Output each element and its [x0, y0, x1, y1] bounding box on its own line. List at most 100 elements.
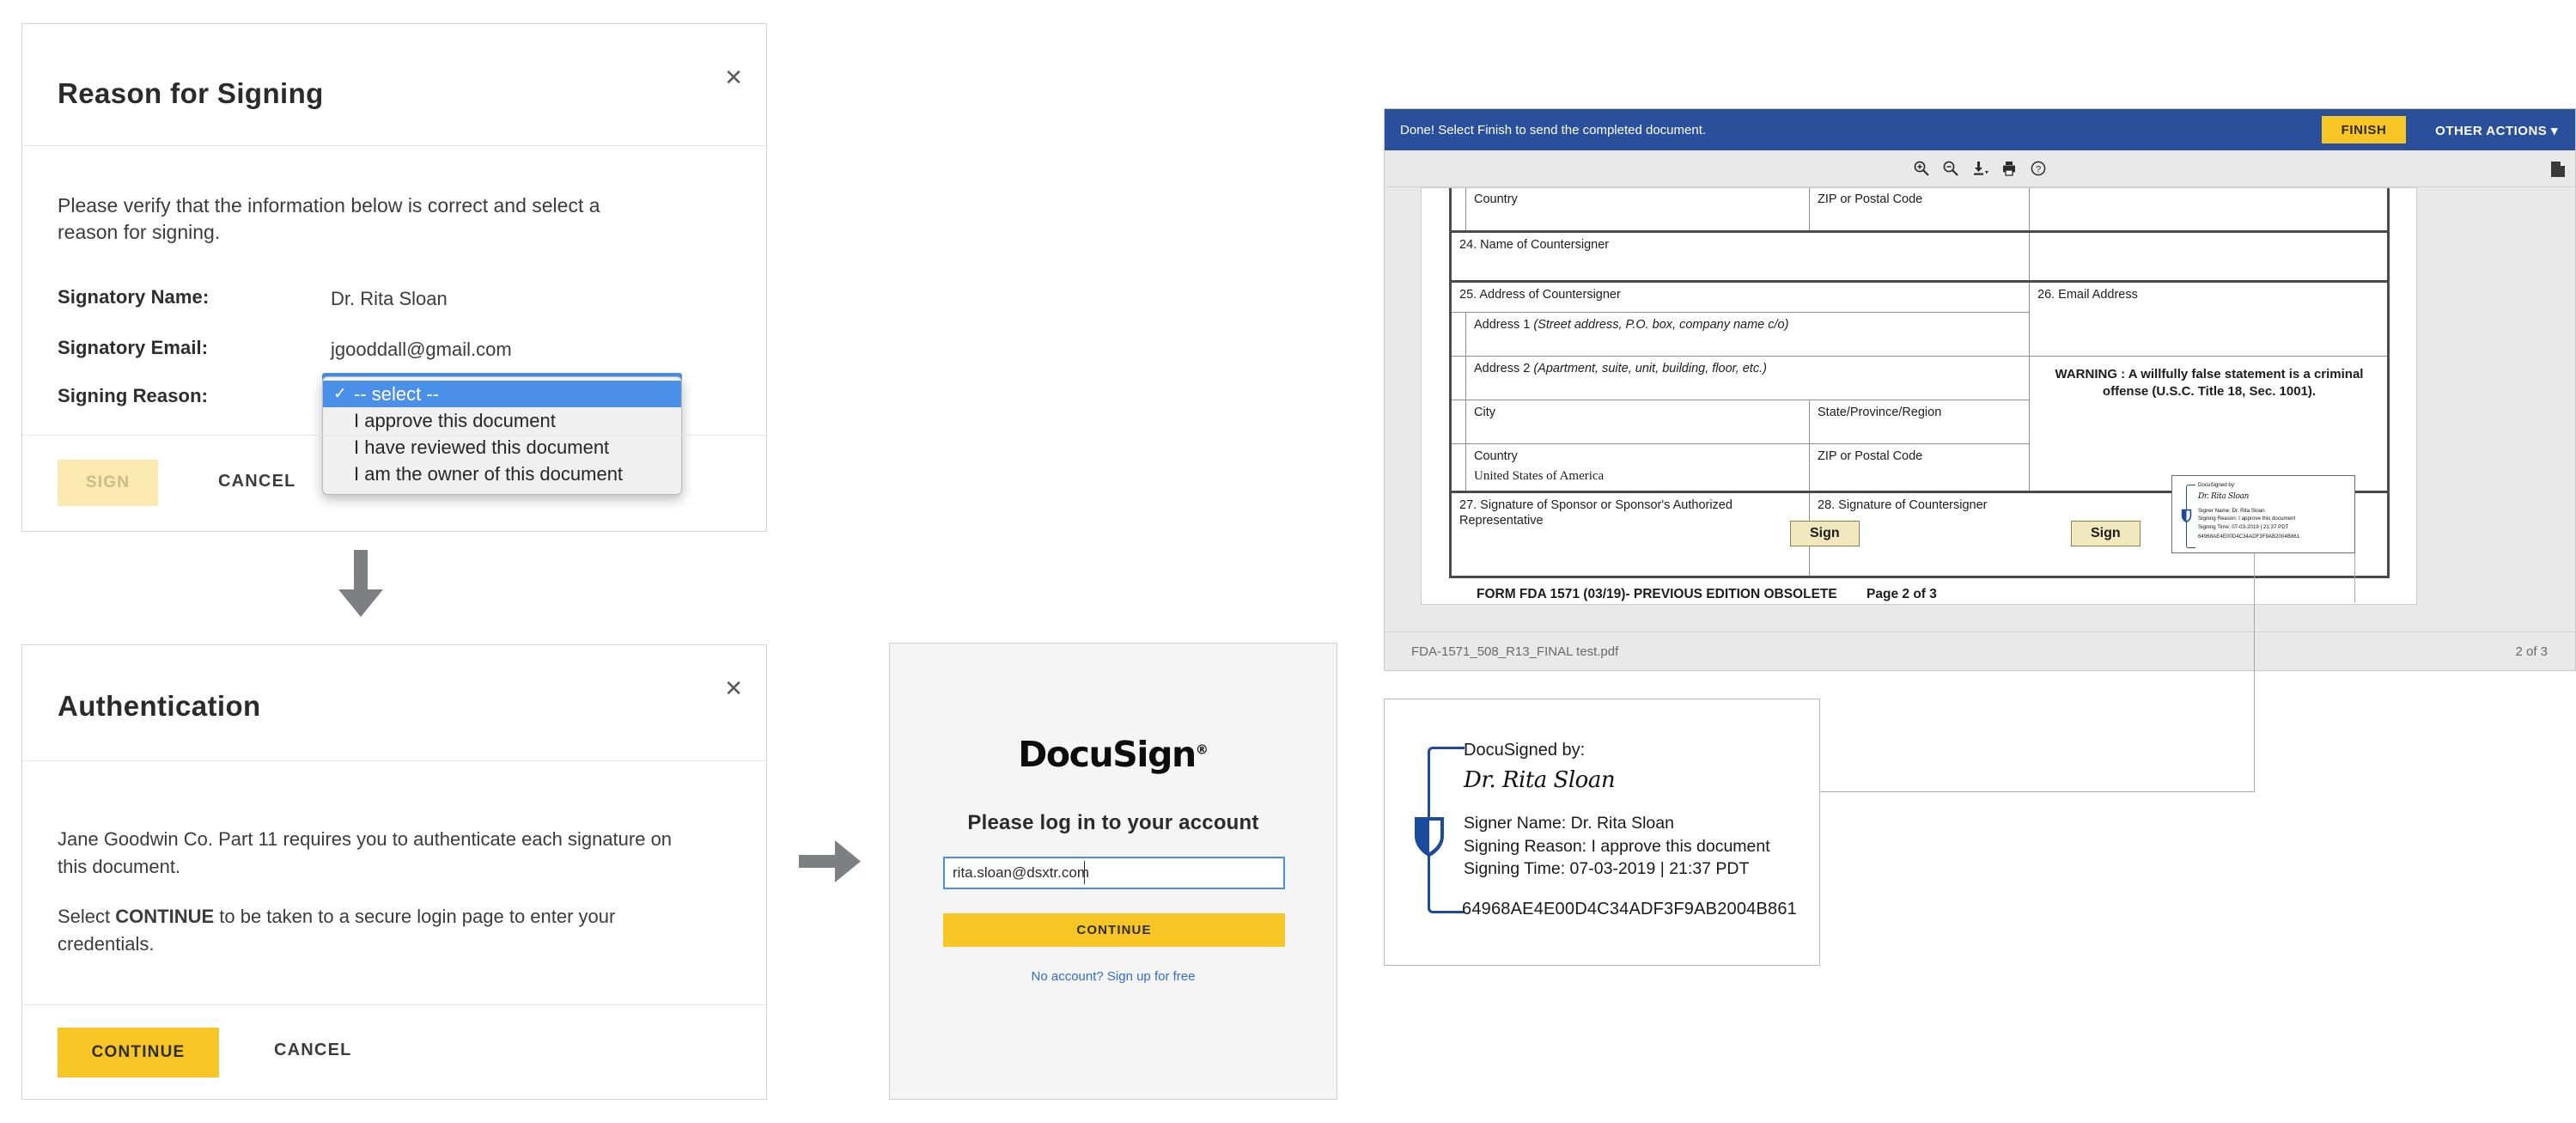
option-label: -- select -- — [354, 383, 439, 405]
close-icon[interactable]: ✕ — [724, 67, 743, 89]
zoom-in-icon[interactable] — [1911, 158, 1932, 179]
city-label: City — [1474, 406, 1495, 419]
option-approve[interactable]: I approve this document — [323, 407, 681, 434]
banner-message: Done! Select Finish to send the complete… — [1400, 123, 1707, 137]
country-cell-2: Country United States of America — [1465, 443, 1810, 492]
table-row: 24. Name of Countersigner — [1449, 230, 2390, 282]
sign-field-countersigner[interactable]: Sign — [2071, 521, 2141, 546]
callout-guid: 64968AE4E00D4C34ADF3F9AB2004B861 — [1462, 900, 1798, 919]
cancel-button[interactable]: CANCEL — [269, 1040, 357, 1061]
dialog-footer: SIGN CANCEL — [22, 435, 766, 531]
authentication-dialog: Authentication ✕ Jane Goodwin Co. Part 1… — [21, 644, 767, 1100]
stamp-guid: 64968AE4E00D4C34ADF3F9AB2004B861 — [2198, 534, 2300, 540]
stamp-docusigned-by: DocuSigned by: — [2198, 482, 2236, 488]
help-icon[interactable]: ? — [2028, 158, 2049, 179]
sign-button[interactable]: SIGN — [58, 460, 158, 506]
city-cell: City — [1465, 400, 1810, 444]
option-select-placeholder[interactable]: ✓ -- select -- — [323, 381, 681, 407]
item-27-body: 27. Signature of Sponsor or Sponsor's Au… — [1459, 497, 1860, 571]
cancel-button[interactable]: CANCEL — [213, 471, 301, 492]
page-thumbnail-icon[interactable] — [2549, 161, 2567, 178]
signatory-email-row: Signatory Email: jgooddall@gmail.com — [58, 337, 736, 363]
viewer-footer: FDA-1571_508_R13_FINAL test.pdf 2 of 3 — [1385, 632, 2575, 670]
docusign-logo-text: DocuSign — [1018, 734, 1197, 775]
gutter-cell — [1449, 312, 1466, 357]
address-2-label: Address 2 — [1474, 362, 1534, 375]
page-title: Reason for Signing — [58, 77, 324, 109]
zip-label: ZIP or Postal Code — [1818, 192, 1923, 206]
stamp-text: DocuSigned by: Dr. Rita Sloan Signer Nam… — [2198, 481, 2351, 542]
address-1-label: Address 1 — [1474, 318, 1534, 332]
text-caret — [1084, 861, 1085, 884]
arrow-right-icon — [799, 838, 863, 885]
stamp-signing-reason: Signing Reason: I approve this document — [2198, 516, 2296, 522]
stamp-signature-script: Dr. Rita Sloan — [2198, 491, 2250, 501]
zoom-out-icon[interactable] — [1940, 158, 1961, 179]
check-icon: ✓ — [333, 384, 347, 403]
other-actions-menu[interactable]: OTHER ACTIONS ▾ — [2435, 123, 2558, 138]
continue-button[interactable]: CONTINUE — [58, 1028, 219, 1077]
address-1-cell: Address 1 (Street address, P.O. box, com… — [1465, 312, 2030, 357]
signature-stamp-inner: DocuSigned by: Dr. Rita Sloan Signer Nam… — [2172, 476, 2354, 552]
viewer-banner: Done! Select Finish to send the complete… — [1385, 109, 2575, 150]
print-icon[interactable] — [1999, 158, 2019, 179]
finish-button[interactable]: FINISH — [2322, 116, 2406, 143]
signatory-name-label: Signatory Name: — [58, 286, 210, 308]
trademark-symbol: ® — [1195, 742, 1209, 758]
download-icon[interactable] — [1970, 158, 1990, 179]
callout-signer-name: Signer Name: Dr. Rita Sloan — [1464, 814, 1674, 833]
reason-for-signing-dialog: Reason for Signing ✕ Please verify that … — [21, 23, 767, 532]
login-heading: Please log in to your account — [967, 811, 1259, 834]
docusign-viewer-window: Done! Select Finish to send the complete… — [1384, 108, 2576, 671]
address-2-hint: (Apartment, suite, unit, building, floor… — [1533, 362, 1767, 375]
signature-stamp-callout: DocuSigned by: Dr. Rita Sloan Signer Nam… — [1384, 699, 1820, 966]
item-26-label: 26. Email Address — [2037, 288, 2138, 302]
country-label: Country — [1474, 192, 1518, 206]
svg-text:?: ? — [2036, 164, 2041, 174]
address-1-hint: (Street address, P.O. box, company name … — [1533, 318, 1789, 332]
auth-instruction-text: Select CONTINUE to be taken to a secure … — [58, 903, 702, 958]
zip-cell-2: ZIP or Postal Code — [1809, 443, 2030, 492]
callout-docusigned-by: DocuSigned by: — [1464, 741, 1586, 760]
gutter-cell — [1449, 356, 1466, 400]
form-page-number: Page 2 of 3 — [1867, 587, 1937, 601]
item-25-label: 25. Address of Countersigner — [1459, 288, 1621, 302]
item-27-cell: 27. Signature of Sponsor or Sponsor's Au… — [1449, 491, 1860, 578]
auth-requirement-text: Jane Goodwin Co. Part 11 requires you to… — [58, 828, 673, 877]
login-continue-button[interactable]: CONTINUE — [943, 913, 1285, 947]
stamp-signing-time: Signing Time: 07-03-2019 | 21:37 PDT — [2198, 523, 2289, 530]
signup-link[interactable]: No account? Sign up for free — [890, 969, 1337, 984]
state-label: State/Province/Region — [1818, 406, 1942, 419]
zoom-tool-group: ? — [1911, 158, 2049, 179]
dialog-header: Authentication ✕ — [22, 645, 766, 761]
arrow-down-icon — [335, 550, 387, 623]
item-24-spacer — [2029, 230, 2390, 282]
signature-stamp-small[interactable]: DocuSigned by: Dr. Rita Sloan Signer Nam… — [2171, 475, 2355, 553]
callout-signature-script: Dr. Rita Sloan — [1464, 767, 1616, 793]
close-icon[interactable]: ✕ — [724, 678, 743, 700]
item-28-label: 28. Signature of Countersigner — [1818, 498, 1988, 512]
form-footer-line: FORM FDA 1571 (03/19)- PREVIOUS EDITION … — [1477, 587, 2164, 602]
auth-instruction-pre: Select — [58, 906, 116, 927]
callout-content: DocuSigned by: Dr. Rita Sloan Signer Nam… — [1464, 741, 1807, 881]
item-24-cell: 24. Name of Countersigner — [1449, 230, 2030, 282]
verify-instructions: Please verify that the information below… — [58, 194, 600, 243]
signatory-email-value: jgooddall@gmail.com — [331, 339, 512, 360]
auth-instruction-emphasis: CONTINUE — [115, 906, 215, 927]
signatory-name-row: Signatory Name: Dr. Rita Sloan — [58, 286, 736, 312]
item-26-cell: 26. Email Address — [2029, 280, 2390, 357]
signatory-name-value: Dr. Rita Sloan — [331, 288, 448, 309]
form-edition-note: FORM FDA 1571 (03/19)- PREVIOUS EDITION … — [1477, 587, 1837, 601]
table-row: 25. Address of Countersigner 26. Email A… — [1449, 280, 2390, 357]
dialog-footer: CONTINUE CANCEL — [22, 1004, 766, 1099]
email-field[interactable] — [943, 857, 1285, 889]
gutter-cell — [1449, 443, 1466, 492]
signatory-email-label: Signatory Email: — [58, 337, 209, 358]
page-title: Authentication — [58, 690, 261, 722]
callout-connector-line — [2354, 553, 2355, 602]
state-cell: State/Province/Region — [1809, 400, 2030, 444]
callout-connector-line — [2254, 553, 2255, 792]
item-25-cell: 25. Address of Countersigner — [1449, 280, 2030, 313]
signing-reason-label: Signing Reason: — [58, 385, 209, 406]
other-actions-label: OTHER ACTIONS — [2435, 124, 2548, 138]
